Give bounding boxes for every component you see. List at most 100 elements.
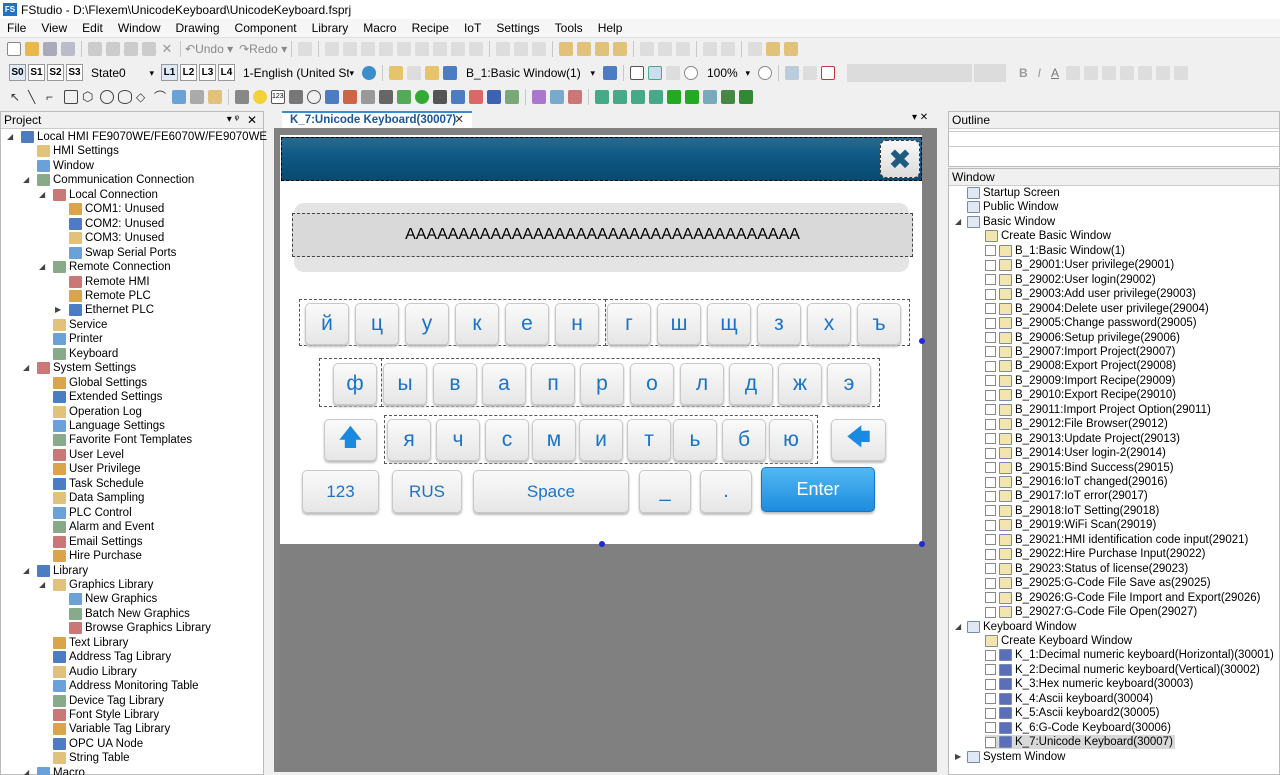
menu-library[interactable]: Library [305,21,357,35]
window-tree-item[interactable]: B_29021:HMI identification code input(29… [985,533,1248,547]
project-tree-item[interactable]: Remote HMI [69,275,150,289]
numeric-display-icon[interactable]: 123 [271,90,285,104]
expanded-arrow-icon[interactable]: ◢ [39,580,45,589]
project-tree-item[interactable]: COM2: Unused [69,217,164,231]
hmi-icon[interactable] [721,90,735,104]
cut-icon[interactable] [88,42,102,56]
full-window-icon[interactable] [630,65,644,80]
menu-component[interactable]: Component [228,21,305,35]
window-tree-item[interactable]: B_29025:G-Code File Save as(29025) [985,576,1211,590]
project-tree-item[interactable]: Batch New Graphics [69,607,190,621]
tool-a-icon[interactable] [532,90,546,104]
save-all-icon[interactable] [61,42,75,56]
window-tree-item[interactable]: B_29023:Status of license(29023) [985,562,1188,576]
key-row2[interactable]: ф [333,363,377,405]
align-top-icon[interactable] [379,42,394,56]
window-checkbox[interactable] [985,288,996,300]
window-tree-item[interactable]: B_29016:IoT changed(29016) [985,475,1168,489]
window-checkbox[interactable] [985,519,996,531]
window-tree-item[interactable]: B_29004:Delete user privilege(29004) [985,302,1209,316]
project-tree-item[interactable]: Device Tag Library [53,694,164,708]
show-grid-icon[interactable] [785,65,799,80]
key-row1[interactable]: ш [657,303,701,345]
project-tree-item[interactable]: OPC UA Node [53,737,143,751]
freeform-icon[interactable]: ⌒ [154,90,168,104]
project-tree-item[interactable]: Address Monitoring Table [53,679,199,693]
project-tree-item[interactable]: Local Connection [53,188,158,202]
upload-icon[interactable] [631,90,645,104]
slider-icon[interactable] [361,90,375,104]
font-size-box[interactable] [974,63,1006,82]
window-tree-item[interactable]: B_29022:Hire Purchase Input(29022) [985,547,1206,561]
window-checkbox[interactable] [985,592,996,604]
window-checkbox[interactable] [985,259,996,271]
project-tree-item[interactable]: HMI Settings [37,144,119,158]
layer-l3-button[interactable]: L3 [199,64,216,81]
project-tree-item[interactable]: Audio Library [53,665,137,679]
key-row1[interactable]: й [305,303,349,345]
key-row1[interactable]: ъ [857,303,901,345]
window-checkbox[interactable] [985,548,996,560]
shift-key[interactable]: 🡅 [324,419,377,461]
window-checkbox[interactable] [985,505,996,517]
rotate-icon[interactable] [676,42,691,56]
window-tree-item[interactable]: B_29026:G-Code File Import and Export(29… [985,591,1260,605]
window-tree-item[interactable]: Keyboard Window [967,620,1076,634]
window-checkbox[interactable] [985,736,996,748]
key-row3[interactable]: ь [673,419,717,461]
selection-handle[interactable] [599,541,605,547]
project-tree-item[interactable]: Service [53,318,107,332]
window-tree-item[interactable]: B_29001:User privilege(29001) [985,258,1174,272]
window-checkbox[interactable] [985,462,996,474]
window-checkbox[interactable] [985,404,996,416]
menu-settings[interactable]: Settings [489,21,547,35]
window-type-icon[interactable] [443,65,457,80]
zoom-out-icon[interactable] [758,65,772,80]
window-tree-item[interactable]: K_4:Ascii keyboard(30004) [985,692,1153,706]
snap-icon[interactable] [803,65,817,80]
key-row3[interactable]: м [532,419,576,461]
alarm-icon[interactable] [433,90,447,104]
window-tree-item[interactable]: B_29015:Bind Success(29015) [985,461,1174,475]
screen-icon[interactable] [389,65,403,80]
table-icon[interactable] [208,90,222,104]
window-tree-item[interactable]: B_29008:Export Project(29008) [985,359,1176,373]
clock-icon[interactable] [307,90,321,104]
project-tree-item[interactable]: New Graphics [69,592,157,606]
project-tree-item[interactable]: Extended Settings [53,390,162,404]
key-row1[interactable]: щ [707,303,751,345]
group-icon[interactable] [703,42,718,56]
project-tree-item[interactable]: Variable Tag Library [53,722,170,736]
menu-drawing[interactable]: Drawing [169,21,228,35]
expanded-arrow-icon[interactable]: ◢ [7,132,13,141]
project-tree-item[interactable]: Text Library [53,636,128,650]
project-tree-item[interactable]: Keyboard [53,347,118,361]
window-props-icon[interactable] [425,65,439,80]
expanded-arrow-icon[interactable]: ◢ [23,363,29,372]
key-row2[interactable]: п [531,363,575,405]
window-checkbox[interactable] [985,664,996,676]
key-space[interactable]: Space [473,470,629,513]
selection-handle[interactable] [919,541,925,547]
align-right-icon[interactable] [361,42,376,56]
project-tree-item[interactable]: Alarm and Event [53,520,154,534]
state-s1-button[interactable]: S1 [28,64,45,81]
project-tree-item[interactable]: Macro [37,766,85,775]
send-back-icon[interactable] [577,42,592,56]
window-tree-item[interactable]: B_29013:Update Project(29013) [985,432,1180,446]
arc-icon[interactable]: ◇ [136,90,150,104]
window-tree-item[interactable]: K_3:Hex numeric keyboard(30003) [985,677,1193,691]
state-s2-button[interactable]: S2 [47,64,64,81]
window-checkbox[interactable] [985,534,996,546]
project-tree-item[interactable]: COM3: Unused [69,231,164,245]
layer-l2-button[interactable]: L2 [180,64,197,81]
text-color-icon[interactable]: A [1051,66,1059,80]
window-tree-item[interactable]: B_29005:Change password(29005) [985,316,1197,330]
collapsed-arrow-icon[interactable]: ▶ [55,305,61,314]
project-tree-item[interactable]: User Privilege [53,462,141,476]
window-tree-item[interactable]: B_29009:Import Recipe(29009) [985,374,1175,388]
italic-icon[interactable]: I [1038,66,1041,80]
expanded-arrow-icon[interactable]: ◢ [23,768,29,775]
window-tree-item[interactable]: B_29019:WiFi Scan(29019) [985,518,1156,532]
project-tree-item[interactable]: System Settings [37,361,136,375]
